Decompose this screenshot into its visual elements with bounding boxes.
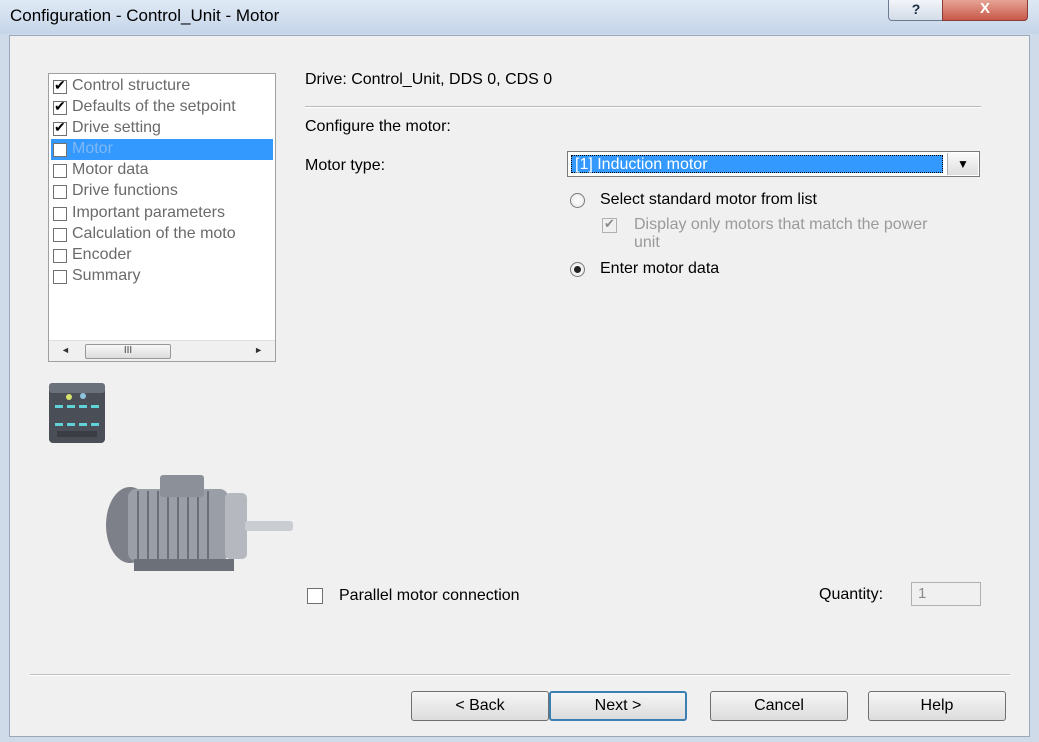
parallel-motor-label[interactable]: Parallel motor connection <box>339 587 520 605</box>
enter-motor-data-radio-label[interactable]: Enter motor data <box>600 260 719 278</box>
step-motor[interactable]: Motor <box>51 139 273 160</box>
next-button[interactable]: Next > <box>549 691 687 721</box>
configure-heading: Configure the motor: <box>305 118 451 135</box>
cancel-button[interactable]: Cancel <box>710 691 848 721</box>
motor-type-selected-value: [1] Induction motor <box>571 155 943 173</box>
step-label: Control structure <box>72 77 191 94</box>
help-button[interactable]: Help <box>868 691 1006 721</box>
match-power-unit-checkbox[interactable] <box>602 216 617 233</box>
induction-motor-image <box>106 475 293 571</box>
standard-motor-radio-label[interactable]: Select standard motor from list <box>600 191 817 209</box>
title-bar[interactable]: Configuration - Control_Unit - Motor ? X <box>0 0 1039 34</box>
step-label: Calculation of the moto <box>72 225 236 242</box>
scroll-left-icon[interactable]: ◄ <box>61 345 70 355</box>
step-label: Encoder <box>72 246 132 263</box>
horizontal-scrollbar[interactable]: ◄ III ► <box>49 340 275 361</box>
parallel-motor-checkbox[interactable] <box>307 588 323 604</box>
step-checkbox <box>53 270 67 284</box>
step-label: Drive functions <box>72 182 178 199</box>
step-checkbox <box>53 143 67 157</box>
step-checkbox-checked <box>53 77 67 94</box>
step-important-parameters[interactable]: Important parameters <box>51 203 273 224</box>
step-checkbox-checked <box>53 98 67 115</box>
top-separator <box>305 106 981 108</box>
enter-motor-data-radio[interactable] <box>570 262 585 277</box>
control-unit-image <box>49 383 105 443</box>
step-label: Summary <box>72 267 141 284</box>
step-drive-setting[interactable]: Drive setting <box>51 118 273 139</box>
step-label: Important parameters <box>72 204 225 221</box>
step-checkbox-checked <box>53 119 67 136</box>
step-drive-functions[interactable]: Drive functions <box>51 181 273 202</box>
step-checkbox <box>53 164 67 178</box>
motor-type-dropdown[interactable]: [1] Induction motor ▼ <box>567 151 980 177</box>
step-motor-data[interactable]: Motor data <box>51 160 273 181</box>
step-checkbox <box>53 207 67 221</box>
quantity-label: Quantity: <box>819 586 884 603</box>
step-label: Motor <box>72 140 113 157</box>
back-button[interactable]: < Back <box>411 691 549 721</box>
quantity-field[interactable]: 1 <box>911 582 981 606</box>
step-label: Motor data <box>72 161 149 178</box>
help-icon: ? <box>911 1 921 17</box>
step-encoder[interactable]: Encoder <box>51 245 273 266</box>
dialog-body: Control structure Defaults of the setpoi… <box>9 35 1030 737</box>
help-title-button[interactable]: ? <box>888 0 944 21</box>
standard-motor-radio[interactable] <box>570 193 585 208</box>
match-power-unit-label: Display only motors that match the power… <box>634 216 928 251</box>
wizard-step-list[interactable]: Control structure Defaults of the setpoi… <box>48 73 276 362</box>
step-label: Drive setting <box>72 119 161 136</box>
step-control-structure[interactable]: Control structure <box>51 76 273 97</box>
step-checkbox <box>53 185 67 199</box>
close-window-button[interactable]: X <box>942 0 1028 21</box>
step-defaults-setpoint[interactable]: Defaults of the setpoint <box>51 97 273 118</box>
step-summary[interactable]: Summary <box>51 266 273 287</box>
bottom-separator <box>30 674 1010 676</box>
step-label: Defaults of the setpoint <box>72 98 236 115</box>
close-icon: X <box>979 0 990 17</box>
motor-type-label: Motor type: <box>305 157 386 174</box>
window-title: Configuration - Control_Unit - Motor <box>10 6 280 25</box>
step-calculation-motor[interactable]: Calculation of the moto <box>51 224 273 245</box>
scroll-right-icon[interactable]: ► <box>254 345 263 355</box>
step-checkbox <box>53 249 67 263</box>
drive-label: Drive: Control_Unit, DDS 0, CDS 0 <box>305 71 553 88</box>
step-checkbox <box>53 228 67 242</box>
chevron-down-icon[interactable]: ▼ <box>947 153 978 175</box>
scroll-thumb[interactable]: III <box>85 344 171 359</box>
